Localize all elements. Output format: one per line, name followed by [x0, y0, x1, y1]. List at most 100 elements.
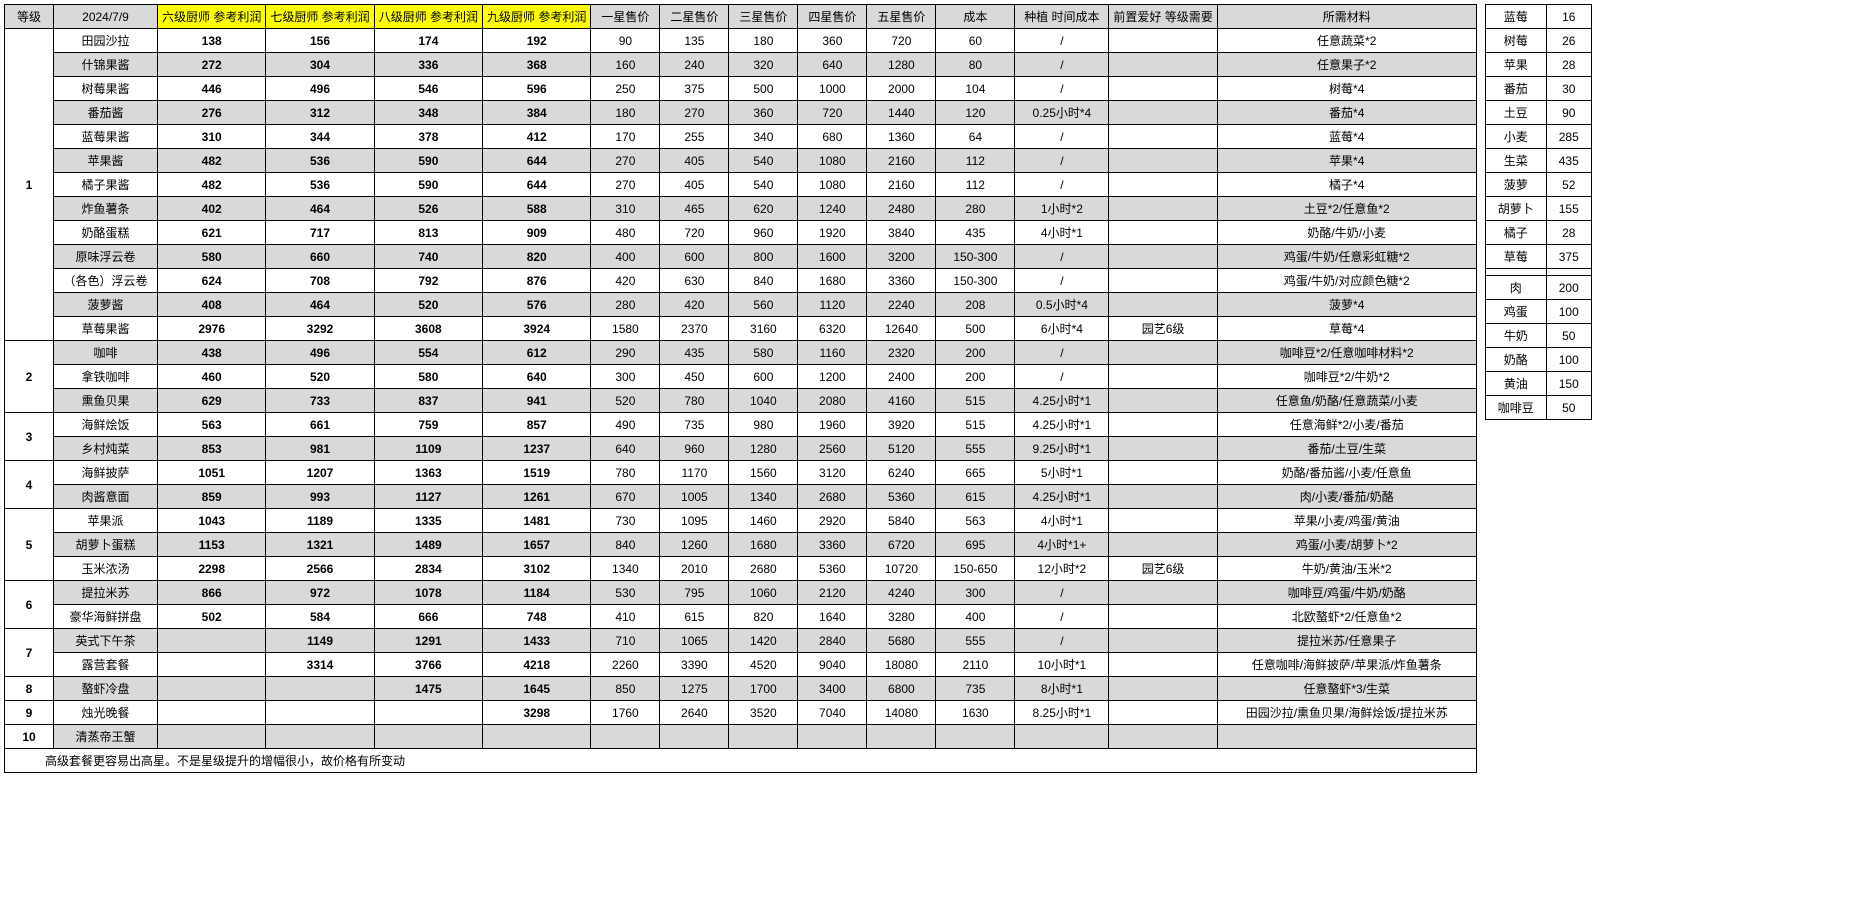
level-cell: 2: [5, 341, 54, 413]
cell-plant: [1015, 725, 1109, 749]
cell-s4: 2680: [798, 485, 867, 509]
cell-s1: 780: [591, 461, 660, 485]
cell-p9: 3298: [483, 701, 591, 725]
cell-name: 烛光晚餐: [54, 701, 158, 725]
cell-s4: 2920: [798, 509, 867, 533]
cell-p8: [374, 701, 482, 725]
cell-s1: 1340: [591, 557, 660, 581]
cell-p8: 813: [374, 221, 482, 245]
cell-mat: 番茄/土豆/生菜: [1217, 437, 1476, 461]
cell-p8: 740: [374, 245, 482, 269]
cell-p9: 1184: [483, 581, 591, 605]
cell-p9: 3102: [483, 557, 591, 581]
cell-s2: 600: [660, 245, 729, 269]
cell-plant: 10小时*1: [1015, 653, 1109, 677]
cell-name: 拿铁咖啡: [54, 365, 158, 389]
ingredient-value: 28: [1546, 221, 1591, 245]
ingredient-value: 155: [1546, 197, 1591, 221]
cell-cost: 555: [936, 437, 1015, 461]
header-profit7: 七级厨师 参考利润: [266, 5, 374, 29]
table-row: 2咖啡43849655461229043558011602320200/咖啡豆*…: [5, 341, 1477, 365]
cell-s5: 1360: [867, 125, 936, 149]
cell-p9: 4218: [483, 653, 591, 677]
ingredient-name: 黄油: [1485, 372, 1546, 396]
cell-plant: 4.25小时*1: [1015, 389, 1109, 413]
cell-p6: 438: [158, 341, 266, 365]
cell-p9: 748: [483, 605, 591, 629]
cell-p9: 820: [483, 245, 591, 269]
cell-p6: [158, 677, 266, 701]
cell-mat: 鸡蛋/牛奶/任意彩虹糖*2: [1217, 245, 1476, 269]
cell-p8: [374, 725, 482, 749]
cell-prereq: [1109, 125, 1217, 149]
cell-p7: 993: [266, 485, 374, 509]
cell-plant: 9.25小时*1: [1015, 437, 1109, 461]
header-star5: 五星售价: [867, 5, 936, 29]
cell-cost: 200: [936, 365, 1015, 389]
cell-s2: 1260: [660, 533, 729, 557]
cell-s3: 840: [729, 269, 798, 293]
cell-p7: 717: [266, 221, 374, 245]
cell-plant: 5小时*1: [1015, 461, 1109, 485]
cell-p7: 464: [266, 197, 374, 221]
cell-prereq: [1109, 629, 1217, 653]
table-row: 菠萝酱408464520576280420560112022402080.5小时…: [5, 293, 1477, 317]
cell-cost: 280: [936, 197, 1015, 221]
cell-mat: 奶酪/番茄酱/小麦/任意鱼: [1217, 461, 1476, 485]
cell-s2: 1275: [660, 677, 729, 701]
cell-p8: 1363: [374, 461, 482, 485]
cell-p9: [483, 725, 591, 749]
cell-p6: 276: [158, 101, 266, 125]
cell-mat: 咖啡豆/鸡蛋/牛奶/奶酪: [1217, 581, 1476, 605]
table-row: 什锦果酱272304336368160240320640128080/任意果子*…: [5, 53, 1477, 77]
cell-s3: 620: [729, 197, 798, 221]
cell-s1: 530: [591, 581, 660, 605]
cell-s5: 720: [867, 29, 936, 53]
cell-name: 清蒸帝王蟹: [54, 725, 158, 749]
cell-mat: 土豆*2/任意鱼*2: [1217, 197, 1476, 221]
cell-p8: 1291: [374, 629, 482, 653]
cell-prereq: [1109, 677, 1217, 701]
cell-s2: 375: [660, 77, 729, 101]
cell-p6: 482: [158, 149, 266, 173]
ingredient-name: 咖啡豆: [1485, 396, 1546, 420]
table-row: 熏鱼贝果6297338379415207801040208041605154.2…: [5, 389, 1477, 413]
ingredient-value: 100: [1546, 348, 1591, 372]
cell-name: 胡萝卜蛋糕: [54, 533, 158, 557]
cell-name: 橘子果酱: [54, 173, 158, 197]
table-row: 树莓果酱44649654659625037550010002000104/树莓*…: [5, 77, 1477, 101]
cell-s1: 490: [591, 413, 660, 437]
cell-s4: 1000: [798, 77, 867, 101]
cell-mat: 菠萝*4: [1217, 293, 1476, 317]
header-star2: 二星售价: [660, 5, 729, 29]
ingredient-row: 咖啡豆50: [1485, 396, 1591, 420]
cell-p8: 1109: [374, 437, 482, 461]
cell-s5: 3840: [867, 221, 936, 245]
table-row: 橘子果酱48253659064427040554010802160112/橘子*…: [5, 173, 1477, 197]
cell-p7: 1149: [266, 629, 374, 653]
ingredient-row: 苹果28: [1485, 53, 1591, 77]
cell-name: 熏鱼贝果: [54, 389, 158, 413]
cell-s1: 400: [591, 245, 660, 269]
cell-prereq: [1109, 413, 1217, 437]
table-row: 蓝莓果酱310344378412170255340680136064/蓝莓*4: [5, 125, 1477, 149]
cell-prereq: [1109, 197, 1217, 221]
cell-s1: [591, 725, 660, 749]
cell-s2: 795: [660, 581, 729, 605]
table-row: 5苹果派104311891335148173010951460292058405…: [5, 509, 1477, 533]
cell-s3: 540: [729, 173, 798, 197]
table-row: 原味浮云卷58066074082040060080016003200150-30…: [5, 245, 1477, 269]
level-cell: 8: [5, 677, 54, 701]
cell-s2: 720: [660, 221, 729, 245]
cell-s4: 680: [798, 125, 867, 149]
cell-s3: 1680: [729, 533, 798, 557]
ingredient-name: 胡萝卜: [1485, 197, 1546, 221]
cell-prereq: 园艺6级: [1109, 317, 1217, 341]
cell-prereq: [1109, 725, 1217, 749]
cell-name: 海鲜披萨: [54, 461, 158, 485]
table-row: 3海鲜烩饭563661759857490735980196039205154.2…: [5, 413, 1477, 437]
cell-p7: 304: [266, 53, 374, 77]
cell-prereq: [1109, 437, 1217, 461]
cell-s3: 4520: [729, 653, 798, 677]
header-prereq: 前置爱好 等级需要: [1109, 5, 1217, 29]
